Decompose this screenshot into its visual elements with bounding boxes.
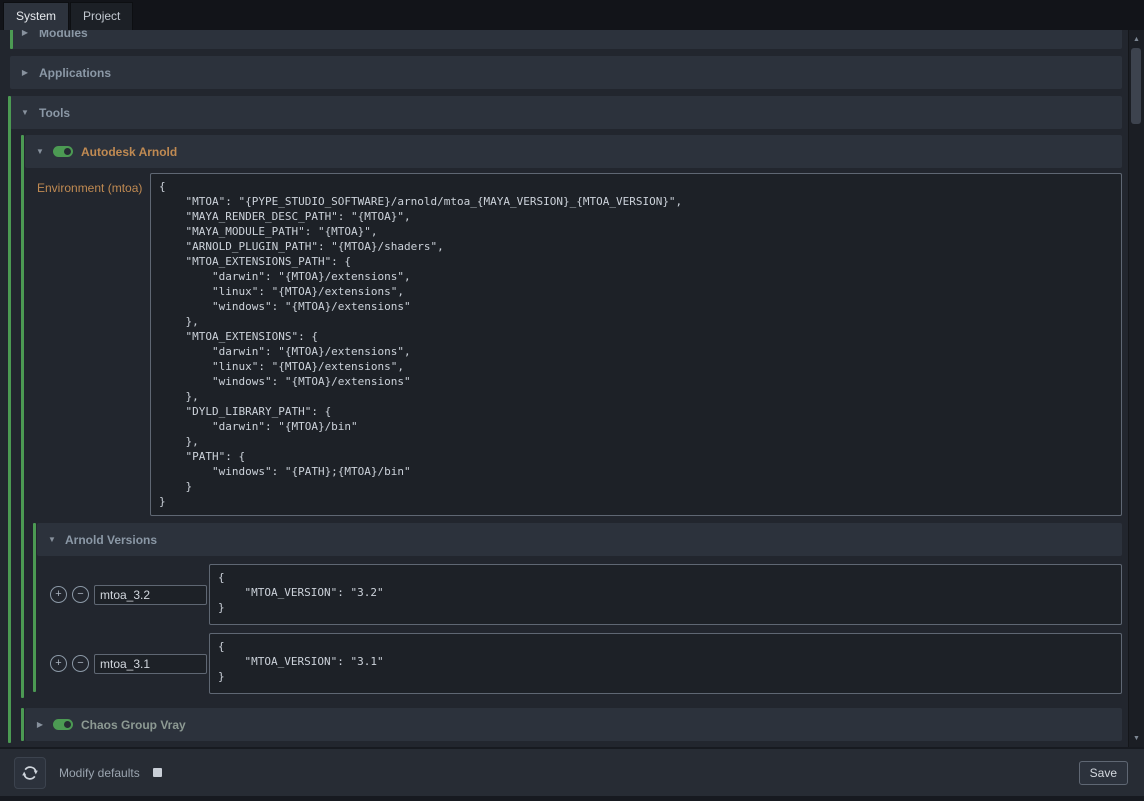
version-json-textarea[interactable]: { "MTOA_VERSION": "3.2" } bbox=[209, 564, 1122, 625]
section-label-applications: Applications bbox=[39, 66, 111, 80]
modify-defaults-label: Modify defaults bbox=[59, 766, 140, 780]
section-header-applications[interactable]: ▶ Applications bbox=[10, 56, 1122, 89]
environment-label: Environment (mtoa) bbox=[37, 173, 150, 195]
version-key-input[interactable] bbox=[94, 654, 207, 674]
arnold-enabled-toggle[interactable] bbox=[53, 146, 73, 157]
chevron-right-icon: ▶ bbox=[20, 68, 30, 77]
arrow-down-icon: ▼ bbox=[1133, 735, 1140, 742]
group-header-arnold-versions[interactable]: ▼ Arnold Versions bbox=[37, 523, 1122, 556]
group-header-chaos-group-vray[interactable]: ▶ Chaos Group Vray bbox=[25, 708, 1122, 741]
environment-json-textarea[interactable]: { "MTOA": "{PYPE_STUDIO_SOFTWARE}/arnold… bbox=[150, 173, 1122, 516]
footer-bar: Modify defaults Save bbox=[0, 747, 1144, 801]
group-label-arnold-versions: Arnold Versions bbox=[65, 533, 157, 547]
group-arnold-versions: ▼ Arnold Versions + − { "MTOA_VERSION": … bbox=[37, 523, 1122, 694]
add-item-button[interactable]: + bbox=[50, 655, 67, 672]
chevron-right-icon: ▶ bbox=[35, 720, 45, 729]
remove-item-button[interactable]: − bbox=[72, 655, 89, 672]
tab-system[interactable]: System bbox=[3, 2, 69, 30]
version-json-textarea[interactable]: { "MTOA_VERSION": "3.1" } bbox=[209, 633, 1122, 694]
version-key-input[interactable] bbox=[94, 585, 207, 605]
add-item-button[interactable]: + bbox=[50, 586, 67, 603]
chevron-down-icon: ▼ bbox=[47, 535, 57, 544]
version-row-controls: + − bbox=[37, 585, 207, 605]
scrollbar-thumb[interactable] bbox=[1131, 48, 1141, 124]
version-row-mtoa-3-2: + − { "MTOA_VERSION": "3.2" } bbox=[37, 564, 1122, 625]
scroll-down-button[interactable]: ▼ bbox=[1129, 731, 1144, 745]
version-row-mtoa-3-1: + − { "MTOA_VERSION": "3.1" } bbox=[37, 633, 1122, 694]
settings-scroll-area: ▶ Modules ▶ Applications ▼ Tools ▼ Autod… bbox=[0, 30, 1128, 747]
vray-enabled-toggle[interactable] bbox=[53, 719, 73, 730]
section-label-tools: Tools bbox=[39, 106, 70, 120]
refresh-icon bbox=[21, 764, 39, 782]
environment-field-row: Environment (mtoa) { "MTOA": "{PYPE_STUD… bbox=[37, 173, 1122, 516]
section-tools: ▼ Tools ▼ Autodesk Arnold Environment (m… bbox=[10, 96, 1122, 747]
group-header-autodesk-arnold[interactable]: ▼ Autodesk Arnold bbox=[25, 135, 1122, 168]
group-autodesk-arnold: ▼ Autodesk Arnold Environment (mtoa) { "… bbox=[25, 135, 1122, 700]
section-header-modules[interactable]: ▶ Modules bbox=[10, 30, 1122, 49]
chevron-down-icon: ▼ bbox=[35, 147, 45, 156]
version-row-controls: + − bbox=[37, 654, 207, 674]
remove-item-button[interactable]: − bbox=[72, 586, 89, 603]
scroll-up-button[interactable]: ▲ bbox=[1129, 32, 1144, 46]
settings-window: System Project ▶ Modules ▶ Applications … bbox=[0, 0, 1144, 801]
chevron-down-icon: ▼ bbox=[20, 108, 30, 117]
tools-body: ▼ Autodesk Arnold Environment (mtoa) { "… bbox=[10, 129, 1122, 747]
arnold-body: Environment (mtoa) { "MTOA": "{PYPE_STUD… bbox=[25, 168, 1122, 700]
refresh-button[interactable] bbox=[14, 757, 46, 789]
modify-defaults-checkbox[interactable] bbox=[153, 768, 162, 777]
vertical-scrollbar[interactable]: ▲ ▼ bbox=[1128, 30, 1144, 747]
tab-project[interactable]: Project bbox=[70, 2, 133, 30]
chevron-right-icon: ▶ bbox=[20, 30, 30, 37]
group-label-autodesk-arnold: Autodesk Arnold bbox=[81, 145, 177, 159]
save-button[interactable]: Save bbox=[1079, 761, 1128, 785]
arrow-up-icon: ▲ bbox=[1133, 36, 1140, 43]
section-label-modules: Modules bbox=[39, 30, 88, 40]
tab-bar: System Project bbox=[0, 0, 1144, 30]
section-header-tools[interactable]: ▼ Tools bbox=[10, 96, 1122, 129]
group-label-chaos-group-vray: Chaos Group Vray bbox=[81, 718, 186, 732]
